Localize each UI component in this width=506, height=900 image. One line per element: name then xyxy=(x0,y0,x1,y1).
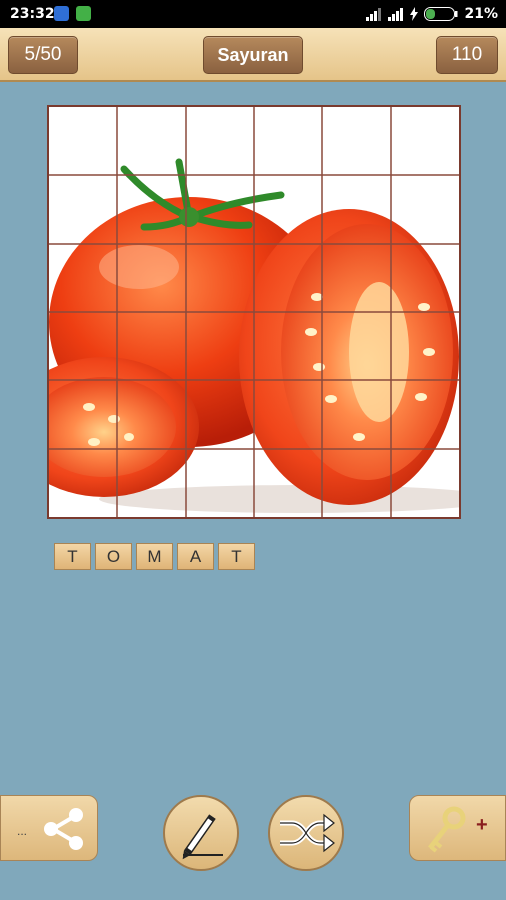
puzzle-grid xyxy=(49,107,459,517)
shuffle-button[interactable] xyxy=(268,795,344,871)
battery-percent: 21% xyxy=(464,6,498,22)
charging-icon xyxy=(410,7,419,21)
status-bar: 23:32 21% xyxy=(0,0,506,28)
signal-icon xyxy=(366,8,382,21)
level-indicator[interactable]: 5/50 xyxy=(8,36,78,74)
letter-tile[interactable]: T xyxy=(54,543,91,570)
answer-row: T O M A T xyxy=(54,543,255,570)
letter-tile[interactable]: M xyxy=(136,543,173,570)
share-icon xyxy=(44,808,83,850)
notification-app-icon-2 xyxy=(76,6,91,21)
score-counter[interactable]: 110 xyxy=(436,36,498,74)
hint-plus: + xyxy=(476,814,488,836)
edit-button[interactable] xyxy=(163,795,239,871)
status-right: 21% xyxy=(366,6,498,22)
top-bar: 5/50 Sayuran 110 xyxy=(0,28,506,82)
share-button[interactable]: ... xyxy=(0,795,98,861)
shuffle-icon xyxy=(280,813,335,853)
notification-app-icon xyxy=(54,6,69,21)
key-icon xyxy=(428,806,466,853)
category-button[interactable]: Sayuran xyxy=(203,36,303,74)
letter-tile[interactable]: O xyxy=(95,543,132,570)
letter-tile[interactable]: A xyxy=(177,543,214,570)
pencil-icon xyxy=(182,814,223,860)
battery-icon xyxy=(424,7,458,21)
letter-tile[interactable]: T xyxy=(218,543,255,570)
status-time: 23:32 xyxy=(10,6,55,22)
hint-button[interactable]: + xyxy=(409,795,506,861)
signal-icon-2 xyxy=(388,8,404,21)
puzzle-image[interactable] xyxy=(47,105,461,519)
share-dots: ... xyxy=(17,824,28,838)
